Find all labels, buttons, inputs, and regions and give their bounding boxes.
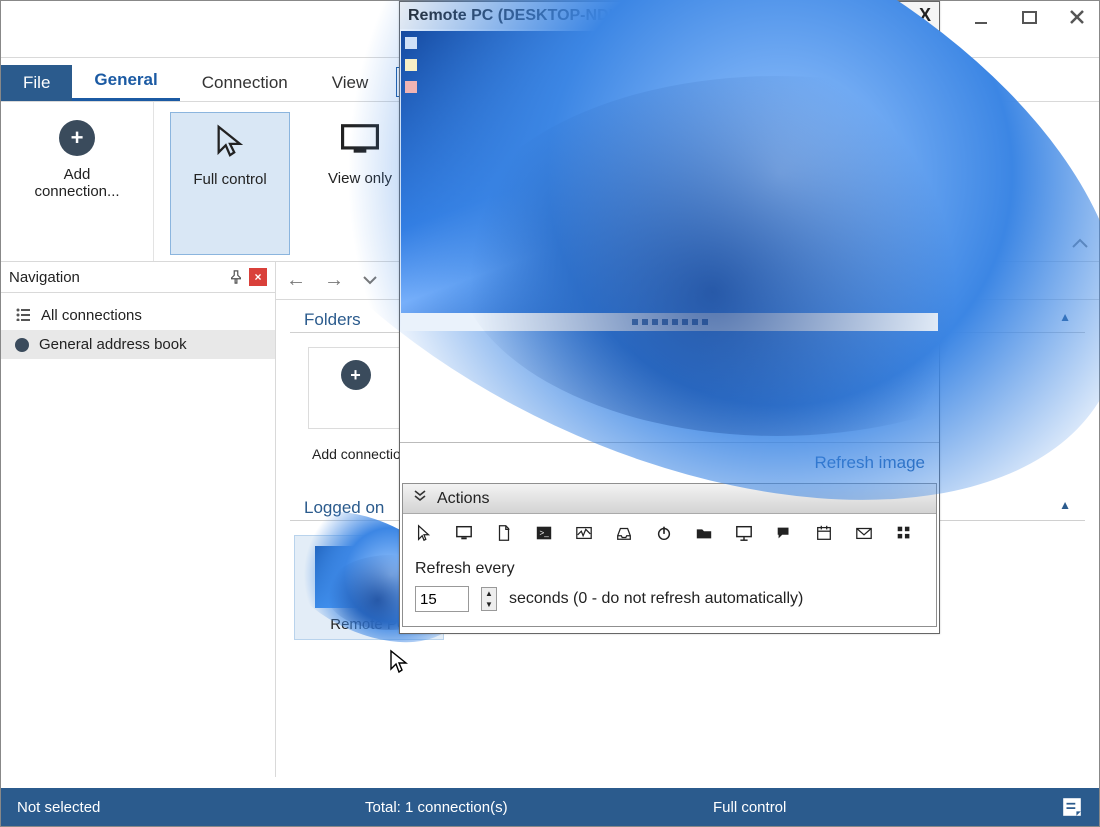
status-left: Not selected xyxy=(17,799,365,816)
status-right: Full control xyxy=(713,799,1061,816)
navigation-panel: Navigation × All connections General add… xyxy=(1,262,276,777)
nav-item-label: General address book xyxy=(39,336,187,353)
minimize-icon[interactable] xyxy=(971,7,993,29)
mouse-cursor-icon xyxy=(389,649,411,675)
nav-item-label: All connections xyxy=(41,307,142,324)
refresh-seconds-input[interactable] xyxy=(415,586,469,612)
actions-label: Actions xyxy=(437,490,489,508)
close-icon[interactable] xyxy=(1067,7,1089,29)
svg-text:>_: >_ xyxy=(540,529,550,538)
tab-general[interactable]: General xyxy=(72,62,179,101)
action-present-icon[interactable] xyxy=(735,524,753,546)
action-file-icon[interactable] xyxy=(495,524,513,546)
pin-icon[interactable] xyxy=(227,268,245,286)
nav-back-icon[interactable]: ← xyxy=(286,269,306,292)
add-connection-label: Add connection... xyxy=(21,166,133,200)
plus-icon: + xyxy=(59,120,95,156)
add-connection-button[interactable]: + Add connection... xyxy=(17,112,137,255)
nav-item-general-address-book[interactable]: General address book xyxy=(1,330,275,359)
action-calendar-icon[interactable] xyxy=(815,524,833,546)
spin-up-icon[interactable]: ▲ xyxy=(482,588,496,599)
action-mail-icon[interactable] xyxy=(855,524,873,546)
action-cursor-icon[interactable] xyxy=(415,524,433,546)
action-power-icon[interactable] xyxy=(655,524,673,546)
status-bar: Not selected Total: 1 connection(s) Full… xyxy=(1,788,1099,826)
add-connection-tile[interactable]: + xyxy=(308,347,403,429)
remote-taskbar xyxy=(401,313,938,331)
navigation-title: Navigation xyxy=(9,269,80,286)
action-activity-icon[interactable] xyxy=(575,524,593,546)
action-monitor-icon[interactable] xyxy=(455,524,473,546)
action-chat-icon[interactable] xyxy=(775,524,793,546)
nav-close-icon[interactable]: × xyxy=(249,268,267,286)
quick-view-popup: Remote PC (DESKTOP-NDHNLUN) - quick view… xyxy=(399,1,940,634)
nav-item-all-connections[interactable]: All connections xyxy=(1,301,275,330)
actions-panel: Actions >_ Refresh every ▲▼ seconds (0 -… xyxy=(402,483,937,627)
action-folder-icon[interactable] xyxy=(695,524,713,546)
note-icon[interactable] xyxy=(1061,796,1083,818)
seconds-spinner[interactable]: ▲▼ xyxy=(481,587,497,611)
bullet-icon xyxy=(15,338,29,352)
spin-down-icon[interactable]: ▼ xyxy=(482,599,496,610)
action-terminal-icon[interactable]: >_ xyxy=(535,524,553,546)
status-center: Total: 1 connection(s) xyxy=(365,799,713,816)
popup-screen-area xyxy=(400,29,939,443)
chevron-up-icon: ▲ xyxy=(1059,498,1071,518)
action-grid-icon[interactable] xyxy=(895,524,913,546)
remote-desktop-preview xyxy=(401,31,938,331)
action-inbox-icon[interactable] xyxy=(615,524,633,546)
refresh-every-label: Refresh every xyxy=(415,560,924,578)
actions-toolbar: >_ xyxy=(403,514,936,556)
list-icon xyxy=(15,307,31,324)
plus-icon: + xyxy=(341,360,371,390)
seconds-suffix-label: seconds (0 - do not refresh automaticall… xyxy=(509,590,803,608)
tab-file[interactable]: File xyxy=(1,65,72,101)
maximize-icon[interactable] xyxy=(1019,7,1041,29)
chevron-double-down-icon xyxy=(413,489,427,508)
